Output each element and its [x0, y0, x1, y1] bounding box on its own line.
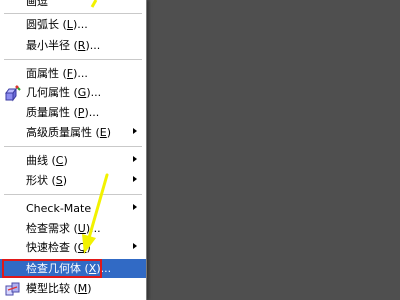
yellow-arrow-annotation-icon: [82, 0, 109, 254]
